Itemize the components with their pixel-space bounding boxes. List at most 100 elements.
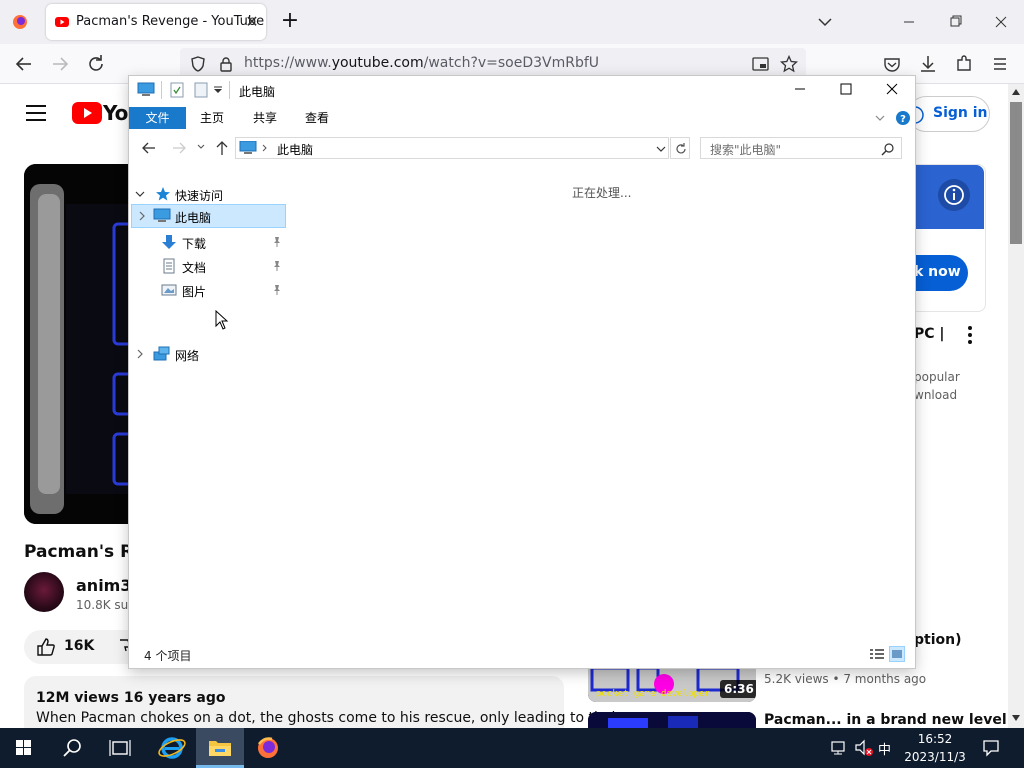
extensions-button[interactable]: [950, 50, 978, 78]
explorer-address-bar[interactable]: 此电脑: [235, 137, 669, 159]
sign-in-button[interactable]: Sign in: [908, 96, 990, 132]
tab-close-icon[interactable]: ✕: [242, 12, 262, 32]
ad-title[interactable]: PC |: [914, 326, 945, 342]
properties-icon[interactable]: [169, 82, 185, 98]
task-view-button[interactable]: [96, 728, 144, 768]
help-icon[interactable]: ?: [895, 110, 911, 126]
ribbon-tab-view[interactable]: 查看: [305, 107, 329, 129]
pin-icon[interactable]: [271, 260, 283, 272]
taskbar-file-explorer[interactable]: [196, 728, 244, 768]
reload-button[interactable]: [82, 50, 110, 78]
recent-locations-chevron-icon[interactable]: [197, 144, 205, 150]
url-text[interactable]: https://www.youtube.com/watch?v=soeD3VmR…: [244, 55, 599, 71]
scroll-down-arrow-icon[interactable]: [1012, 714, 1020, 722]
list-all-tabs-button[interactable]: [812, 10, 838, 34]
ad-info-button[interactable]: [938, 179, 970, 211]
ad-companion-card[interactable]: k now: [914, 164, 986, 312]
recommended-video-thumbnail[interactable]: [588, 712, 756, 728]
taskbar-internet-explorer[interactable]: [148, 728, 196, 768]
nav-item-label: 此电脑: [175, 211, 212, 225]
explorer-maximize-button[interactable]: [823, 76, 869, 104]
taskbar-firefox[interactable]: [244, 728, 292, 768]
explorer-title-bar[interactable]: 此电脑: [129, 76, 915, 106]
recommended-video-title[interactable]: Pacman... in a brand new level: [764, 712, 1007, 728]
status-bar-item-count: 4 个项目: [144, 649, 192, 663]
browser-tab-active[interactable]: Pacman's Revenge - YouTube ✕: [46, 4, 266, 40]
svg-text:?: ?: [900, 114, 906, 125]
refresh-button[interactable]: [670, 137, 690, 159]
pin-icon[interactable]: [271, 284, 283, 296]
description-box[interactable]: 12M views 16 years ago When Pacman choke…: [24, 676, 621, 728]
ad-more-actions-button[interactable]: [960, 324, 980, 346]
nav-item-documents[interactable]: 文档: [129, 254, 287, 278]
picture-in-picture-icon[interactable]: [752, 56, 770, 72]
nav-item-pictures[interactable]: 图片: [129, 278, 287, 302]
like-button[interactable]: 16K: [24, 630, 134, 664]
breadcrumb-separator-icon[interactable]: [262, 144, 268, 152]
explorer-search-input[interactable]: 搜索"此电脑": [700, 137, 902, 159]
lock-icon[interactable]: [218, 56, 234, 72]
recommended-video-title[interactable]: ption): [914, 632, 962, 648]
channel-avatar[interactable]: [24, 572, 64, 612]
details-view-icon[interactable]: [869, 647, 885, 661]
recommended-video-thumbnail[interactable]: pocket game developer 6:36: [588, 666, 756, 702]
page-scrollbar[interactable]: [1008, 84, 1024, 728]
bookmark-star-icon[interactable]: [780, 55, 798, 73]
quick-access-toolbar-dropdown-icon[interactable]: [213, 86, 223, 94]
scroll-up-arrow-icon[interactable]: [1012, 88, 1020, 96]
ribbon-tab-share[interactable]: 共享: [253, 107, 277, 129]
video-player[interactable]: [24, 164, 134, 524]
action-center-notification-icon[interactable]: [982, 739, 1000, 757]
address-dropdown-chevron-icon[interactable]: [656, 145, 666, 153]
youtube-logo[interactable]: You: [72, 101, 142, 126]
chevron-right-icon[interactable]: [135, 349, 145, 359]
thumbs-up-icon: [37, 638, 55, 656]
tracking-shield-icon[interactable]: [190, 56, 206, 72]
info-icon: [944, 185, 964, 205]
explorer-close-button[interactable]: [869, 76, 915, 104]
scrollbar-thumb[interactable]: [1010, 102, 1022, 244]
window-minimize-button[interactable]: [886, 6, 932, 38]
file-explorer-window: 此电脑 文件 主页 共享 查看 ? 此电脑 搜索"此电脑" 快速访问 下载 文档…: [129, 76, 915, 668]
windows-logo-icon: [16, 740, 31, 755]
ad-banner: [914, 165, 984, 229]
ad-cta-label: k now: [914, 264, 961, 280]
up-arrow-icon[interactable]: [215, 140, 229, 156]
network-status-icon[interactable]: [830, 740, 848, 756]
back-button[interactable]: [10, 50, 38, 78]
window-restore-button[interactable]: [932, 6, 978, 38]
start-button[interactable]: [0, 728, 48, 768]
downloads-button[interactable]: [914, 50, 942, 78]
separator-icon: [161, 81, 162, 99]
chevron-right-icon[interactable]: [137, 211, 147, 221]
ad-cta-button[interactable]: k now: [914, 255, 968, 291]
expand-ribbon-chevron-icon[interactable]: [875, 114, 885, 122]
search-placeholder: 搜索"此电脑": [710, 143, 782, 157]
address-breadcrumb[interactable]: 此电脑: [277, 141, 313, 158]
window-close-button[interactable]: [978, 6, 1024, 38]
back-arrow-icon[interactable]: [141, 141, 157, 155]
forward-button[interactable]: [46, 50, 74, 78]
pocket-button[interactable]: [878, 50, 906, 78]
chevron-down-icon[interactable]: [135, 189, 145, 199]
volume-muted-icon[interactable]: [854, 739, 874, 757]
clock-date[interactable]: 2023/11/3: [900, 750, 970, 764]
nav-item-downloads[interactable]: 下载: [129, 230, 287, 254]
taskbar-search-button[interactable]: [48, 728, 96, 768]
ribbon-tab-home[interactable]: 主页: [200, 107, 224, 129]
input-method-indicator[interactable]: 中: [878, 739, 891, 758]
app-menu-button[interactable]: [986, 50, 1014, 78]
large-icons-view-icon[interactable]: [889, 646, 905, 662]
nav-item-network[interactable]: 网络: [129, 342, 287, 366]
explorer-minimize-button[interactable]: [777, 76, 823, 104]
nav-item-this-pc[interactable]: 此电脑: [131, 204, 286, 228]
pin-icon[interactable]: [271, 236, 283, 248]
new-tab-button[interactable]: +: [276, 8, 304, 36]
forward-arrow-icon[interactable]: [171, 141, 187, 155]
ribbon-tab-file[interactable]: 文件: [129, 107, 186, 129]
firefox-view-button[interactable]: [6, 8, 34, 36]
youtube-guide-button[interactable]: [26, 104, 48, 122]
clock-time[interactable]: 16:52: [904, 732, 966, 746]
new-folder-icon[interactable]: [193, 82, 209, 98]
nav-item-quick-access[interactable]: 快速访问: [129, 182, 287, 206]
